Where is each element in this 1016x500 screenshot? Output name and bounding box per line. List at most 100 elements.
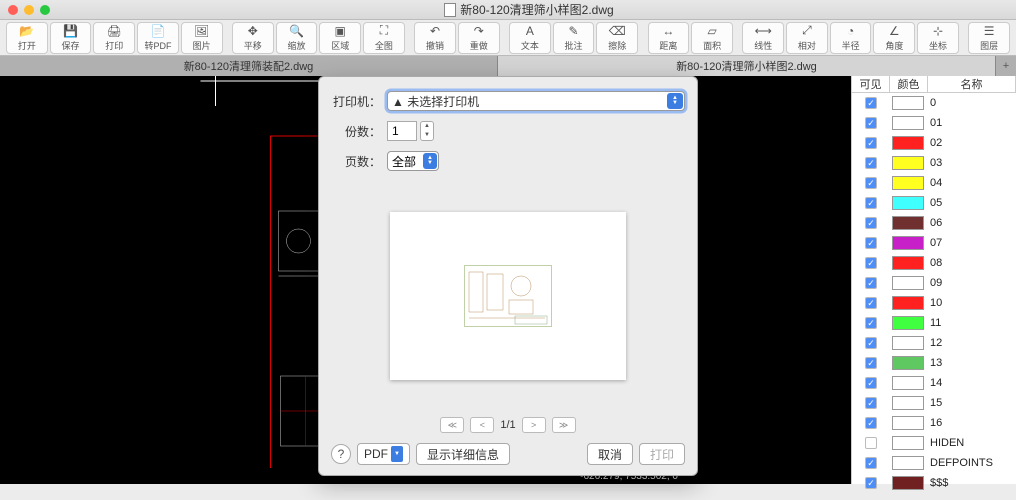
layer-color-swatch[interactable] xyxy=(892,236,924,250)
layer-row[interactable]: ✓02 xyxy=(852,133,1016,153)
layer-visible-checkbox[interactable]: ✓ xyxy=(852,297,890,309)
first-page-button[interactable]: ≪ xyxy=(440,417,464,433)
layer-visible-checkbox[interactable]: ✓ xyxy=(852,197,890,209)
layer-visible-checkbox[interactable]: ✓ xyxy=(852,217,890,229)
toolbar-area-button[interactable]: ▱面积 xyxy=(691,22,733,54)
toolbar-text-button[interactable]: A文本 xyxy=(509,22,551,54)
layer-row[interactable]: ✓$$$ xyxy=(852,473,1016,493)
layer-row[interactable]: HIDEN xyxy=(852,433,1016,453)
layer-row[interactable]: ✓0 xyxy=(852,93,1016,113)
prev-page-button[interactable]: < xyxy=(470,417,494,433)
layer-color-swatch[interactable] xyxy=(892,376,924,390)
layer-row[interactable]: ✓11 xyxy=(852,313,1016,333)
layer-visible-checkbox[interactable]: ✓ xyxy=(852,397,890,409)
layer-row[interactable]: ✓12 xyxy=(852,333,1016,353)
toolbar-layers-button[interactable]: ☰图层 xyxy=(968,22,1010,54)
layer-row[interactable]: ✓09 xyxy=(852,273,1016,293)
layer-color-swatch[interactable] xyxy=(892,96,924,110)
close-icon[interactable] xyxy=(8,5,18,15)
last-page-button[interactable]: ≫ xyxy=(552,417,576,433)
zoom-icon[interactable] xyxy=(40,5,50,15)
toolbar-erase-button[interactable]: ⌫擦除 xyxy=(596,22,638,54)
layer-visible-checkbox[interactable]: ✓ xyxy=(852,457,890,469)
layer-color-swatch[interactable] xyxy=(892,196,924,210)
toolbar-coord-button[interactable]: ⊹坐标 xyxy=(917,22,959,54)
toolbar-radius-button[interactable]: ◔半径 xyxy=(830,22,872,54)
layer-visible-checkbox[interactable]: ✓ xyxy=(852,117,890,129)
layer-visible-checkbox[interactable]: ✓ xyxy=(852,417,890,429)
layer-row[interactable]: ✓03 xyxy=(852,153,1016,173)
layer-row[interactable]: ✓15 xyxy=(852,393,1016,413)
layer-visible-checkbox[interactable]: ✓ xyxy=(852,97,890,109)
toolbar-image-button[interactable]: 🖼图片 xyxy=(181,22,223,54)
layer-color-swatch[interactable] xyxy=(892,436,924,450)
tab[interactable]: 新80-120清理筛小样图2.dwg xyxy=(498,56,996,76)
toolbar-open-button[interactable]: 📂打开 xyxy=(6,22,48,54)
layer-color-swatch[interactable] xyxy=(892,156,924,170)
layer-color-swatch[interactable] xyxy=(892,276,924,290)
toolbar-linear-button[interactable]: ⟷线性 xyxy=(742,22,784,54)
layer-color-swatch[interactable] xyxy=(892,316,924,330)
cancel-button[interactable]: 取消 xyxy=(587,443,633,465)
layer-visible-checkbox[interactable]: ✓ xyxy=(852,477,890,489)
toolbar-angle-button[interactable]: ∠角度 xyxy=(873,22,915,54)
layer-visible-checkbox[interactable]: ✓ xyxy=(852,257,890,269)
layer-row[interactable]: ✓07 xyxy=(852,233,1016,253)
layer-row[interactable]: ✓13 xyxy=(852,353,1016,373)
next-page-button[interactable]: > xyxy=(522,417,546,433)
pages-dropdown[interactable]: 全部 ▲▼ xyxy=(387,151,439,171)
layer-row[interactable]: ✓05 xyxy=(852,193,1016,213)
layer-color-swatch[interactable] xyxy=(892,476,924,490)
copies-stepper[interactable]: ▲▼ xyxy=(420,121,434,141)
layer-row[interactable]: ✓06 xyxy=(852,213,1016,233)
layer-visible-checkbox[interactable] xyxy=(852,437,890,449)
add-tab-button[interactable]: + xyxy=(996,56,1016,76)
layer-color-swatch[interactable] xyxy=(892,116,924,130)
toolbar-redo-button[interactable]: ↷重做 xyxy=(458,22,500,54)
toolbar-pan-button[interactable]: ✥平移 xyxy=(232,22,274,54)
toolbar-region-button[interactable]: ▣区域 xyxy=(319,22,361,54)
pdf-dropdown[interactable]: PDF ▼ xyxy=(357,443,410,465)
layer-row[interactable]: ✓14 xyxy=(852,373,1016,393)
help-button[interactable]: ? xyxy=(331,444,351,464)
toolbar-topdf-button[interactable]: 📄转PDF xyxy=(137,22,179,54)
toolbar-undo-button[interactable]: ↶撤销 xyxy=(414,22,456,54)
printer-dropdown[interactable]: ▲ 未选择打印机 ▲▼ xyxy=(387,91,685,111)
layer-color-swatch[interactable] xyxy=(892,176,924,190)
layer-row[interactable]: ✓04 xyxy=(852,173,1016,193)
toolbar-save-button[interactable]: 💾保存 xyxy=(50,22,92,54)
layer-row[interactable]: ✓08 xyxy=(852,253,1016,273)
layer-color-swatch[interactable] xyxy=(892,456,924,470)
layer-color-swatch[interactable] xyxy=(892,336,924,350)
layer-visible-checkbox[interactable]: ✓ xyxy=(852,377,890,389)
layer-color-swatch[interactable] xyxy=(892,216,924,230)
layer-visible-checkbox[interactable]: ✓ xyxy=(852,137,890,149)
layer-visible-checkbox[interactable]: ✓ xyxy=(852,177,890,189)
toolbar-annotate-button[interactable]: ✎批注 xyxy=(553,22,595,54)
layer-visible-checkbox[interactable]: ✓ xyxy=(852,357,890,369)
layer-visible-checkbox[interactable]: ✓ xyxy=(852,157,890,169)
layer-visible-checkbox[interactable]: ✓ xyxy=(852,317,890,329)
layer-visible-checkbox[interactable]: ✓ xyxy=(852,237,890,249)
layer-color-swatch[interactable] xyxy=(892,256,924,270)
tab[interactable]: 新80-120清理筛装配2.dwg xyxy=(0,56,498,76)
print-button[interactable]: 打印 xyxy=(639,443,685,465)
layer-color-swatch[interactable] xyxy=(892,396,924,410)
layer-row[interactable]: ✓01 xyxy=(852,113,1016,133)
details-button[interactable]: 显示详细信息 xyxy=(416,443,510,465)
toolbar-aligned-button[interactable]: ⤢相对 xyxy=(786,22,828,54)
layer-row[interactable]: ✓10 xyxy=(852,293,1016,313)
toolbar-fit-button[interactable]: ⛶全图 xyxy=(363,22,405,54)
layer-visible-checkbox[interactable]: ✓ xyxy=(852,277,890,289)
layer-color-swatch[interactable] xyxy=(892,296,924,310)
toolbar-print-button[interactable]: 🖨打印 xyxy=(93,22,135,54)
copies-input[interactable] xyxy=(387,121,417,141)
layer-color-swatch[interactable] xyxy=(892,136,924,150)
layer-row[interactable]: ✓16 xyxy=(852,413,1016,433)
layer-row[interactable]: ✓DEFPOINTS xyxy=(852,453,1016,473)
layer-color-swatch[interactable] xyxy=(892,416,924,430)
minimize-icon[interactable] xyxy=(24,5,34,15)
toolbar-dist-button[interactable]: ↔距离 xyxy=(648,22,690,54)
toolbar-zoom-button[interactable]: 🔍缩放 xyxy=(276,22,318,54)
layer-visible-checkbox[interactable]: ✓ xyxy=(852,337,890,349)
